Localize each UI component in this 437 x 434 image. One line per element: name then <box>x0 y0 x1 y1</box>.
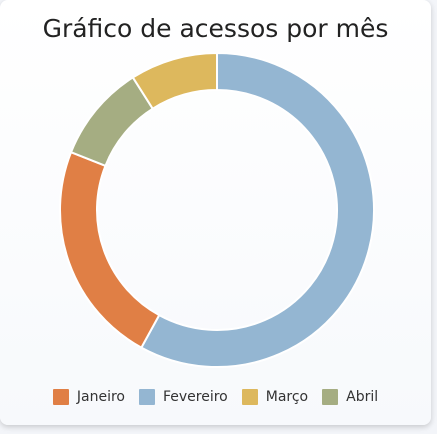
legend-swatch-janeiro <box>52 389 69 405</box>
legend-swatch-fevereiro <box>138 389 155 405</box>
legend-item-fevereiro[interactable]: Fevereiro <box>138 389 228 405</box>
legend-item-marco[interactable]: Março <box>241 389 309 405</box>
legend-label-abril: Abril <box>346 389 379 405</box>
chart-card: Gráfico de acessos por mês Janeiro Fever… <box>0 0 431 425</box>
legend-label-janeiro: Janeiro <box>76 389 125 405</box>
legend-item-janeiro[interactable]: Janeiro <box>52 389 125 405</box>
donut-chart <box>59 51 375 368</box>
legend-label-fevereiro: Fevereiro <box>162 389 228 405</box>
legend-label-marco: Março <box>265 389 309 405</box>
legend-swatch-marco <box>241 389 258 405</box>
donut-slice-janeiro[interactable] <box>59 150 161 349</box>
legend-item-abril[interactable]: Abril <box>322 389 378 405</box>
legend-swatch-abril <box>322 389 339 405</box>
donut-slice-fevereiro[interactable] <box>140 51 375 368</box>
chart-legend: Janeiro Fevereiro Março Abril <box>0 386 431 408</box>
